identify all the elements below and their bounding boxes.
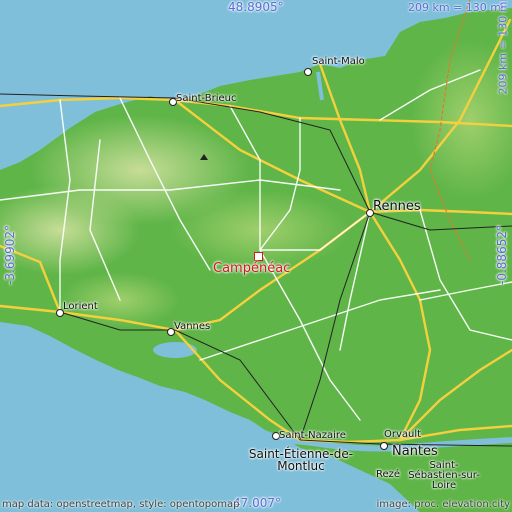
image-credit: image: proc. elevation.city	[376, 499, 511, 510]
south-coordinate: 47.007°	[233, 496, 281, 510]
city-label: Saint-Étienne-de-Montluc	[248, 447, 354, 473]
city-label: Rezé	[376, 469, 401, 480]
scale-top: 209 km = 130 mi	[408, 1, 505, 14]
map-view[interactable]: 48.8905° 47.007° -3.69902° -0.88652° 209…	[0, 0, 512, 512]
city-dot	[304, 68, 312, 76]
city-label: Saint-Nazaire	[279, 430, 346, 441]
gulf-morbihan	[153, 342, 197, 358]
city-label: Lorient	[63, 301, 98, 312]
west-coordinate: -3.69902°	[3, 225, 17, 285]
city-label: Nantes	[392, 444, 438, 459]
city-label: Saint-Brieuc	[176, 93, 237, 104]
map-credit: map data: openstreetmap, style: opentopo…	[2, 499, 240, 510]
city-label: Saint-Sébastien-sur-Loire	[408, 460, 480, 491]
city-dot	[380, 442, 388, 450]
north-coordinate: 48.8905°	[228, 0, 284, 14]
location-marker[interactable]	[254, 252, 263, 261]
scale-right: 209 km = 130 mi	[496, 0, 510, 95]
city-label: Saint-Malo	[312, 56, 365, 67]
city-label: Vannes	[174, 321, 211, 332]
city-label: Rennes	[373, 199, 421, 214]
city-label: Orvault	[384, 429, 422, 440]
location-label: Campénéac	[213, 261, 291, 276]
east-coordinate: -0.88652°	[495, 225, 509, 285]
